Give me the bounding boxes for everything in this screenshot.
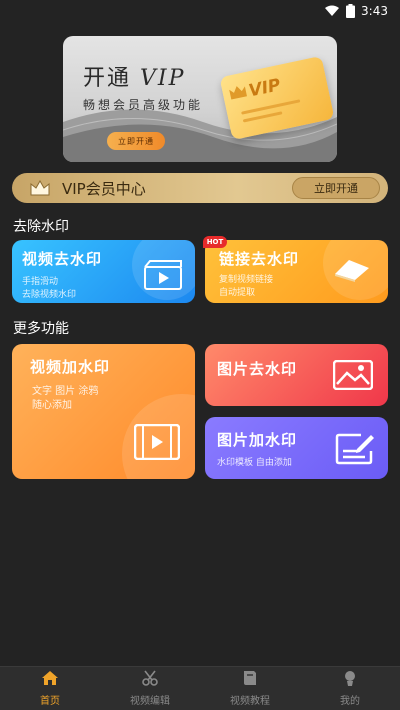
link-remove-watermark-card[interactable]: 链接去水印 复制视频链接 自动提取 — [205, 240, 388, 303]
scissors-icon — [141, 670, 159, 689]
nav-item-tutorial[interactable]: 视频教程 — [200, 667, 300, 710]
video-clapper-icon — [144, 260, 182, 294]
vip-card-label: VIP — [246, 75, 283, 102]
card-desc-line: 自动提取 — [219, 288, 256, 298]
banner-title-vip: VIP — [140, 66, 186, 91]
user-icon — [342, 670, 358, 689]
card-stripe — [241, 99, 301, 115]
crown-icon — [30, 180, 50, 196]
edit-image-icon — [335, 433, 375, 469]
nav-label: 我的 — [340, 696, 360, 707]
book-icon — [242, 670, 258, 689]
video-add-watermark-card[interactable]: 视频加水印 文字 图片 涂鸦 随心添加 — [12, 344, 195, 479]
card-desc-line: 随心添加 — [32, 400, 72, 411]
image-add-watermark-card[interactable]: 图片加水印 水印模板 自由添加 — [205, 417, 388, 479]
status-bar: 3:43 — [0, 0, 400, 22]
card-title: 图片去水印 — [217, 360, 298, 378]
card-desc-line: 复制视频链接 — [219, 275, 274, 285]
film-play-icon — [133, 423, 181, 464]
nav-label: 视频教程 — [230, 696, 270, 707]
card-title: 视频加水印 — [30, 358, 111, 376]
banner-title: 开通 VIP — [83, 60, 185, 92]
vip-center-bar[interactable]: VIP会员中心 立即开通 — [12, 173, 388, 203]
nav-label: 视频编辑 — [130, 696, 170, 707]
bottom-navigation: 首页 视频编辑 视频教程 我的 — [0, 666, 400, 710]
battery-icon — [346, 4, 356, 18]
hot-badge: HOT — [203, 236, 227, 248]
status-time: 3:43 — [361, 4, 388, 18]
nav-label: 首页 — [40, 696, 60, 707]
banner-open-vip-button[interactable]: 立即开通 — [107, 132, 165, 150]
vip-center-label: VIP会员中心 — [62, 179, 146, 198]
card-desc-line: 水印模板 自由添加 — [217, 458, 292, 468]
eraser-icon — [331, 258, 373, 286]
card-desc-line: 手指滑动 — [22, 277, 59, 287]
image-icon — [332, 359, 374, 394]
image-remove-watermark-card[interactable]: 图片去水印 — [205, 344, 388, 406]
banner-subtitle: 畅想会员高级功能 — [83, 98, 204, 112]
crown-icon — [227, 82, 249, 104]
card-title: 视频去水印 — [22, 250, 103, 268]
section-title-remove-watermark: 去除水印 — [13, 219, 69, 235]
card-desc-line: 文字 图片 涂鸦 — [32, 386, 99, 397]
section-title-more-functions: 更多功能 — [13, 321, 69, 337]
video-remove-watermark-card[interactable]: 视频去水印 手指滑动 去除视频水印 — [12, 240, 195, 303]
nav-item-home[interactable]: 首页 — [0, 667, 100, 710]
nav-item-video-edit[interactable]: 视频编辑 — [100, 667, 200, 710]
vip-center-open-button[interactable]: 立即开通 — [292, 177, 380, 199]
vip-promo-banner[interactable]: 开通 VIP 畅想会员高级功能 立即开通 VIP — [63, 36, 337, 162]
card-title: 图片加水印 — [217, 431, 298, 449]
nav-item-profile[interactable]: 我的 — [300, 667, 400, 710]
card-title: 链接去水印 — [219, 250, 300, 268]
home-icon — [41, 670, 59, 689]
wifi-icon — [324, 5, 340, 17]
card-desc-line: 去除视频水印 — [22, 290, 77, 300]
banner-title-cn: 开通 — [83, 66, 132, 91]
